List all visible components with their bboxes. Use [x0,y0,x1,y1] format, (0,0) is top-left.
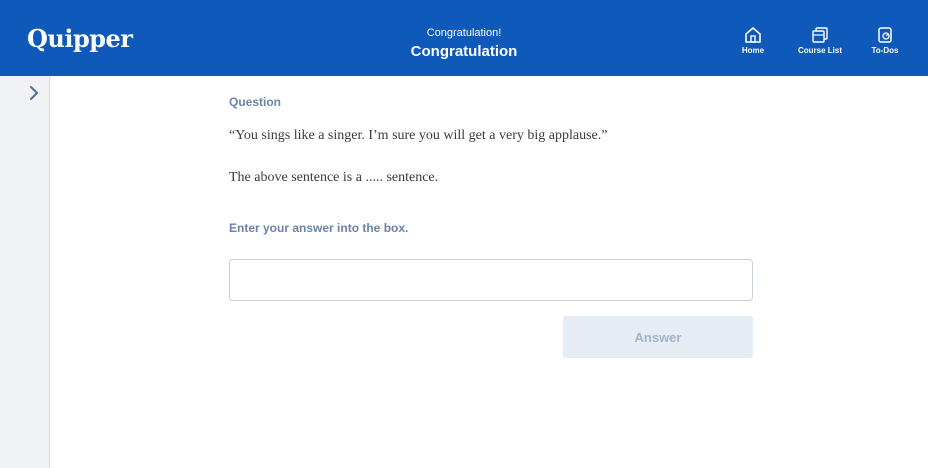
page-title: Congratulation [410,43,518,60]
answer-instruction: Enter your answer into the box. [229,221,409,235]
answer-button[interactable]: Answer [563,316,753,358]
course-list-icon [812,27,828,43]
header-titles: Congratulation! Congratulation [314,27,614,62]
quipper-logo[interactable]: Quipper [27,24,133,53]
nav-home[interactable]: Home [737,26,769,55]
nav-todos[interactable]: To-Dos [868,26,902,55]
question-label: Question [229,95,282,109]
nav-course-list[interactable]: Course List [793,26,847,55]
question-text: “You sings like a singer. I’m sure you w… [229,128,608,143]
todos-icon [878,27,892,43]
nav-home-label: Home [741,46,765,55]
home-icon [745,27,761,43]
answer-input[interactable] [229,259,753,301]
nav-course-list-label: Course List [797,46,842,55]
chevron-right-icon[interactable] [27,85,41,101]
sidebar [0,76,50,468]
nav-todos-label: To-Dos [871,46,899,55]
header-subtitle: Congratulation! [426,27,502,39]
top-bar: Quipper Congratulation! Congratulation H… [0,0,928,76]
question-prompt: The above sentence is a ..... sentence. [229,170,439,185]
